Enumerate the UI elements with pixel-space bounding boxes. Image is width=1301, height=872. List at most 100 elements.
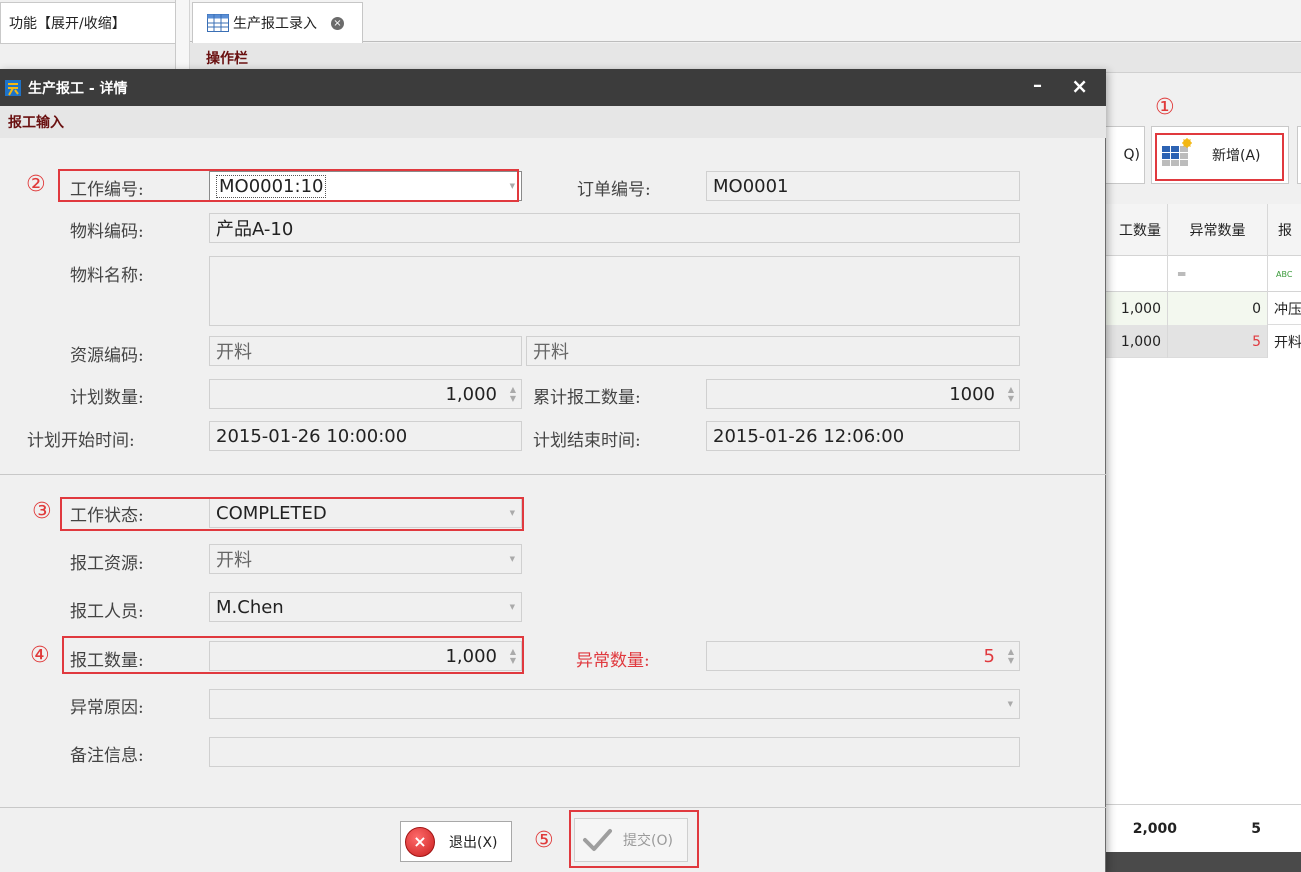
close-icon[interactable]: × bbox=[1071, 74, 1088, 98]
cell-abnormal: 5 bbox=[1168, 325, 1268, 358]
material-code-label: 物料编码: bbox=[70, 222, 144, 242]
resource-code-value: 开料 bbox=[216, 342, 252, 363]
report-qty-spinner[interactable]: 1,000 ▲ ▼ bbox=[209, 641, 522, 671]
query-button[interactable]: Q) bbox=[1105, 126, 1145, 184]
plan-qty-label: 计划数量: bbox=[70, 388, 144, 408]
annotation-1: ① bbox=[1155, 95, 1175, 120]
grid-filter-row: ═ ABC bbox=[1105, 256, 1301, 292]
annotation-2: ② bbox=[26, 172, 46, 197]
filter-equals-icon[interactable]: ═ bbox=[1168, 256, 1268, 292]
exit-button[interactable]: × 退出(X) bbox=[400, 821, 512, 862]
remark-field[interactable] bbox=[209, 737, 1020, 767]
abnormal-reason-select[interactable]: ▼ bbox=[209, 689, 1020, 719]
annotation-4: ④ bbox=[30, 643, 50, 668]
footer-qty-total: 2,000 bbox=[1132, 821, 1177, 837]
table-row[interactable]: 1,000 5 开料 bbox=[1105, 325, 1301, 358]
table-row[interactable]: 1,000 0 冲压 bbox=[1105, 292, 1301, 325]
add-button[interactable]: 新增(A) bbox=[1151, 126, 1289, 184]
col-header-qty[interactable]: 工数量 bbox=[1105, 204, 1168, 256]
resource-name-value: 开料 bbox=[533, 342, 569, 363]
report-resource-select[interactable]: 开料 ▼ bbox=[209, 544, 522, 574]
minimize-icon[interactable]: – bbox=[1033, 75, 1042, 96]
tab-production-report[interactable]: 生产报工录入 × bbox=[192, 2, 363, 43]
work-no-select[interactable]: MO0001:10 ▼ bbox=[209, 171, 522, 201]
next-toolbar-button[interactable] bbox=[1297, 126, 1301, 184]
work-status-label: 工作状态: bbox=[70, 506, 144, 526]
annotation-3: ③ bbox=[32, 499, 52, 524]
abnormal-qty-label: 异常数量: bbox=[576, 651, 650, 671]
dialog-title: 生产报工 - 详情 bbox=[28, 80, 128, 97]
order-no-value: MO0001 bbox=[713, 175, 789, 197]
cell-resource: 冲压 bbox=[1274, 301, 1301, 318]
col-header-resource[interactable]: 报 bbox=[1268, 204, 1301, 256]
plan-end-field[interactable]: 2015-01-26 12:06:00 bbox=[706, 421, 1020, 451]
work-status-select[interactable]: COMPLETED ▼ bbox=[209, 498, 522, 528]
spinner-icon[interactable]: ▲ ▼ bbox=[1007, 647, 1015, 665]
annotation-5: ⑤ bbox=[534, 828, 554, 853]
query-label: Q) bbox=[1123, 147, 1140, 163]
plan-qty-spinner[interactable]: 1,000 ▲ ▼ bbox=[209, 379, 522, 409]
order-no-field[interactable]: MO0001 bbox=[706, 171, 1020, 201]
checkmark-icon bbox=[583, 829, 612, 851]
footer-abnormal-total: 5 bbox=[1251, 821, 1261, 837]
tab-label: 生产报工录入 bbox=[233, 16, 317, 32]
submit-button[interactable]: 提交(O) bbox=[574, 818, 688, 862]
col-header-abnormal[interactable]: 异常数量 bbox=[1168, 204, 1268, 256]
cell-abnormal: 0 bbox=[1168, 292, 1268, 325]
tab-close-icon[interactable]: × bbox=[331, 16, 344, 30]
work-status-value: COMPLETED bbox=[216, 502, 327, 524]
abnormal-reason-label: 异常原因: bbox=[70, 698, 144, 718]
section-header: 报工输入 bbox=[0, 106, 1106, 138]
resource-name-field[interactable]: 开料 bbox=[526, 336, 1020, 366]
plan-start-field[interactable]: 2015-01-26 10:00:00 bbox=[209, 421, 522, 451]
abnormal-qty-value: 5 bbox=[983, 645, 995, 667]
resource-code-field[interactable]: 开料 bbox=[209, 336, 522, 366]
toolbar: Q) 新增(A) bbox=[1105, 73, 1301, 203]
work-no-label: 工作编号: bbox=[70, 180, 144, 200]
chevron-down-icon: ▼ bbox=[509, 509, 515, 517]
report-person-select[interactable]: M.Chen ▼ bbox=[209, 592, 522, 622]
plan-qty-value: 1,000 bbox=[445, 383, 497, 405]
spinner-icon[interactable]: ▲ ▼ bbox=[509, 647, 517, 665]
cum-qty-value: 1000 bbox=[949, 383, 995, 405]
grid-header: 工数量 异常数量 报 bbox=[1105, 204, 1301, 256]
table-icon bbox=[207, 14, 229, 32]
submit-label: 提交(O) bbox=[623, 833, 673, 849]
abnormal-qty-spinner[interactable]: 5 ▲ ▼ bbox=[706, 641, 1020, 671]
cum-qty-spinner[interactable]: 1000 ▲ ▼ bbox=[706, 379, 1020, 409]
work-no-value: MO0001:10 bbox=[216, 174, 327, 198]
cum-qty-label: 累计报工数量: bbox=[533, 388, 641, 408]
chevron-down-icon: ▼ bbox=[1007, 700, 1013, 708]
report-resource-label: 报工资源: bbox=[70, 554, 144, 574]
plan-start-label: 计划开始时间: bbox=[27, 431, 135, 451]
chevron-down-icon: ▼ bbox=[509, 182, 515, 190]
report-resource-value: 开料 bbox=[216, 550, 252, 571]
function-toggle[interactable]: 功能【展开/收缩】 bbox=[0, 2, 176, 44]
material-code-value: 产品A-10 bbox=[216, 219, 294, 240]
dialog-title-bar[interactable]: 生产报工 - 详情 – × bbox=[0, 69, 1106, 106]
spinner-icon[interactable]: ▲ ▼ bbox=[1007, 385, 1015, 403]
filter-text-icon[interactable]: ABC bbox=[1268, 256, 1301, 292]
material-code-field[interactable]: 产品A-10 bbox=[209, 213, 1020, 243]
remark-label: 备注信息: bbox=[70, 746, 144, 766]
section-title: 报工输入 bbox=[8, 115, 64, 131]
section-divider bbox=[0, 474, 1106, 475]
report-qty-label: 报工数量: bbox=[70, 651, 144, 671]
status-strip bbox=[1105, 852, 1301, 872]
chevron-down-icon: ▼ bbox=[509, 603, 515, 611]
add-label: 新增(A) bbox=[1212, 148, 1261, 164]
plan-end-label: 计划结束时间: bbox=[533, 431, 641, 451]
filter-qty[interactable] bbox=[1105, 256, 1168, 292]
spinner-icon[interactable]: ▲ ▼ bbox=[509, 385, 517, 403]
resource-code-label: 资源编码: bbox=[70, 346, 144, 366]
operation-bar-title: 操作栏 bbox=[206, 50, 248, 67]
exit-label: 退出(X) bbox=[449, 834, 498, 851]
app-logo-icon bbox=[5, 79, 21, 96]
detail-dialog: 生产报工 - 详情 – × 报工输入 工作编号: MO0001:10 ▼ 订单编… bbox=[0, 69, 1106, 872]
close-circle-icon: × bbox=[405, 826, 435, 857]
cell-qty: 1,000 bbox=[1105, 292, 1168, 325]
report-grid: 工数量 异常数量 报 ═ ABC 1,000 0 冲压 1,000 5 开料 bbox=[1105, 204, 1301, 804]
material-name-textarea[interactable] bbox=[209, 256, 1020, 326]
plan-start-value: 2015-01-26 10:00:00 bbox=[216, 425, 408, 447]
footer-divider bbox=[0, 807, 1106, 808]
